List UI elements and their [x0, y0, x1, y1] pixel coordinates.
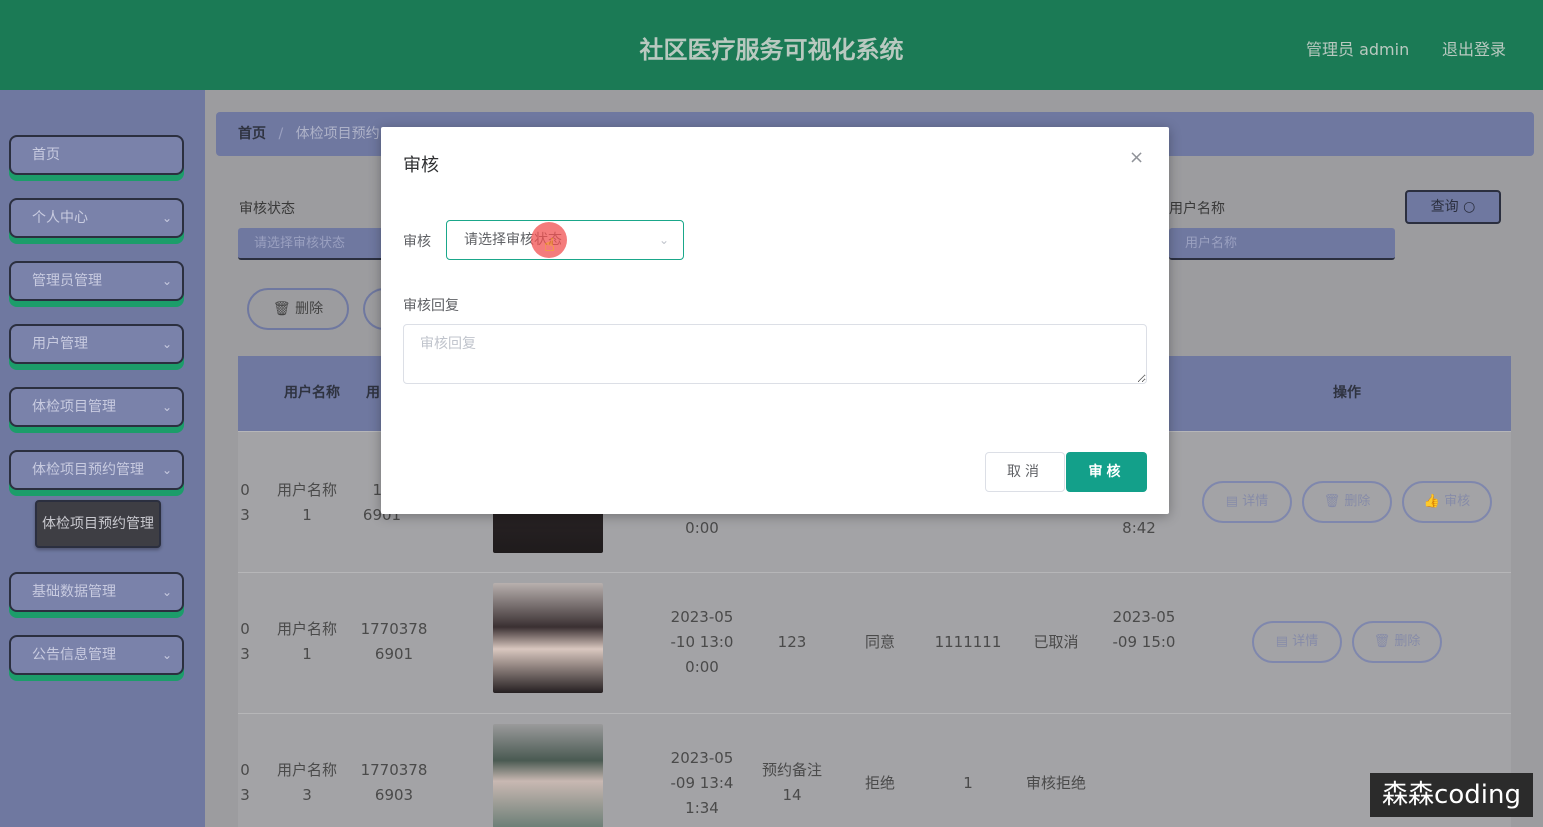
audit-dialog: 审核 × 审核 请选择审核状态 ⌄ ☝ 审核回复 取消 审核: [381, 127, 1169, 514]
delete-button[interactable]: 🗑 删除: [1302, 481, 1392, 523]
sidebar-item-label: 管理员管理: [32, 273, 102, 289]
query-button[interactable]: 查询 ○: [1405, 190, 1501, 224]
chevron-down-icon: ⌄: [161, 648, 172, 662]
audit-field-label: 审核: [403, 234, 431, 250]
thumbs-up-icon: 👍: [1423, 494, 1445, 509]
cell-remark: 预约备注 14: [761, 761, 822, 804]
sidebar-item-announcements[interactable]: 公告信息管理 ⌄: [9, 635, 184, 675]
cell-booking-time: 2023-05 -09 13:4 1:34: [670, 749, 734, 817]
sidebar: 首页 个人中心 ⌄ 管理员管理 ⌄ 用户管理 ⌄ 体检项目管理 ⌄ 体检项目预约…: [0, 90, 205, 827]
confirm-audit-button[interactable]: 审核: [1066, 452, 1147, 492]
cell-id: 03: [240, 481, 250, 524]
chevron-down-icon: ⌄: [658, 233, 669, 247]
sidebar-item-label: 公告信息管理: [32, 647, 116, 663]
filter-status-select[interactable]: 请选择审核状态: [238, 228, 388, 260]
sidebar-item-label: 基础数据管理: [32, 584, 116, 600]
trash-icon: 🗑: [1373, 634, 1395, 649]
watermark: 森森coding: [1370, 773, 1533, 817]
cell-code: 1111111: [934, 633, 1002, 651]
th-ops: 操作: [1333, 385, 1361, 401]
audit-reply-textarea[interactable]: [403, 324, 1147, 384]
cell-id: 03: [240, 761, 250, 804]
logout-link[interactable]: 退出登录: [1442, 36, 1506, 60]
sidebar-item-label: 个人中心: [32, 210, 88, 226]
delete-label: 删除: [295, 301, 324, 317]
th-phone: 用: [366, 385, 380, 401]
filter-user-input[interactable]: 用户名称: [1169, 228, 1395, 260]
cancel-button[interactable]: 取消: [985, 452, 1065, 492]
search-icon: ○: [1463, 199, 1476, 215]
sidebar-item-label: 体检项目管理: [32, 399, 116, 415]
cell-id: 03: [240, 620, 250, 663]
cell-status: 审核拒绝: [1025, 774, 1086, 792]
delete-button[interactable]: 🗑 删除: [1352, 621, 1442, 663]
avatar: [493, 724, 603, 827]
cell-created: 2023-05 -09 15:0: [1112, 608, 1176, 651]
cell-remark: 123: [777, 633, 807, 651]
cell-status: 已取消: [1033, 633, 1079, 651]
close-icon[interactable]: ×: [1129, 147, 1144, 168]
sidebar-item-exam-items[interactable]: 体检项目管理 ⌄: [9, 387, 184, 427]
sidebar-item-label: 首页: [32, 147, 60, 163]
query-button-label: 查询: [1430, 199, 1459, 215]
cell-username: 用户名称 1: [276, 620, 337, 663]
sidebar-item-personal-center[interactable]: 个人中心 ⌄: [9, 198, 184, 238]
sidebar-item-label: 体检项目预约管理: [32, 462, 144, 478]
audit-reply-label: 审核回复: [403, 298, 459, 314]
document-icon: ▤: [1275, 634, 1293, 649]
dialog-title: 审核: [403, 155, 439, 176]
detail-button[interactable]: ▤ 详情: [1202, 481, 1292, 523]
hand-cursor-icon: ☝: [544, 235, 555, 256]
trash-icon: 🗑: [272, 301, 296, 317]
audit-button[interactable]: 👍 审核: [1402, 481, 1492, 523]
cell-agree: 同意: [864, 633, 895, 651]
sidebar-item-home[interactable]: 首页: [9, 135, 184, 175]
detail-button[interactable]: ▤ 详情: [1252, 621, 1342, 663]
cell-agree: 拒绝: [864, 774, 895, 792]
chevron-down-icon: ⌄: [161, 585, 172, 599]
cell-phone: 1770378 6901: [360, 620, 428, 663]
sidebar-item-base-data[interactable]: 基础数据管理 ⌄: [9, 572, 184, 612]
cell-username: 用户名称 1: [276, 481, 337, 524]
cell-booking-time: 2023-05 -10 13:0 0:00: [670, 608, 734, 676]
sidebar-item-admin-mgmt[interactable]: 管理员管理 ⌄: [9, 261, 184, 301]
trash-icon: 🗑: [1323, 494, 1345, 509]
table-row: 03 用户名称 1 1770378 6901 2023-05 -10 13:0 0:00…: [238, 572, 1511, 713]
sidebar-item-user-mgmt[interactable]: 用户管理 ⌄: [9, 324, 184, 364]
cell-phone: 1770378 6903: [360, 761, 428, 804]
breadcrumb-home[interactable]: 首页: [238, 126, 266, 142]
breadcrumb-separator: /: [278, 126, 284, 142]
chevron-down-icon: ⌄: [161, 400, 172, 414]
sidebar-item-exam-booking[interactable]: 体检项目预约管理 ⌄: [9, 450, 184, 490]
batch-delete-button[interactable]: 🗑 删除: [247, 288, 349, 330]
chevron-down-icon: ⌄: [161, 463, 172, 477]
filter-user-label: 用户名称: [1169, 201, 1225, 217]
cell-time: 0:00: [685, 519, 719, 537]
sidebar-item-label: 用户管理: [32, 336, 88, 352]
chevron-down-icon: ⌄: [161, 274, 172, 288]
sidebar-subitem-exam-booking[interactable]: 体检项目预约管理: [35, 500, 161, 548]
chevron-down-icon: ⌄: [161, 337, 172, 351]
breadcrumb-current: 体检项目预约: [295, 126, 380, 142]
cell-created: 8:42: [1122, 519, 1156, 537]
document-icon: ▤: [1225, 494, 1243, 509]
avatar: [493, 583, 603, 693]
cell-code: 1: [963, 774, 973, 792]
chevron-down-icon: ⌄: [161, 211, 172, 225]
filter-status-label: 审核状态: [239, 201, 295, 217]
table-row: 03 用户名称 3 1770378 6903 2023-05 -09 13:4 1:34…: [238, 713, 1511, 827]
top-header: 社区医疗服务可视化系统 管理员 admin 退出登录: [0, 0, 1543, 90]
admin-user-label: 管理员 admin: [1306, 40, 1410, 59]
cell-username: 用户名称 3: [276, 761, 337, 804]
th-username: 用户名称: [284, 385, 340, 401]
